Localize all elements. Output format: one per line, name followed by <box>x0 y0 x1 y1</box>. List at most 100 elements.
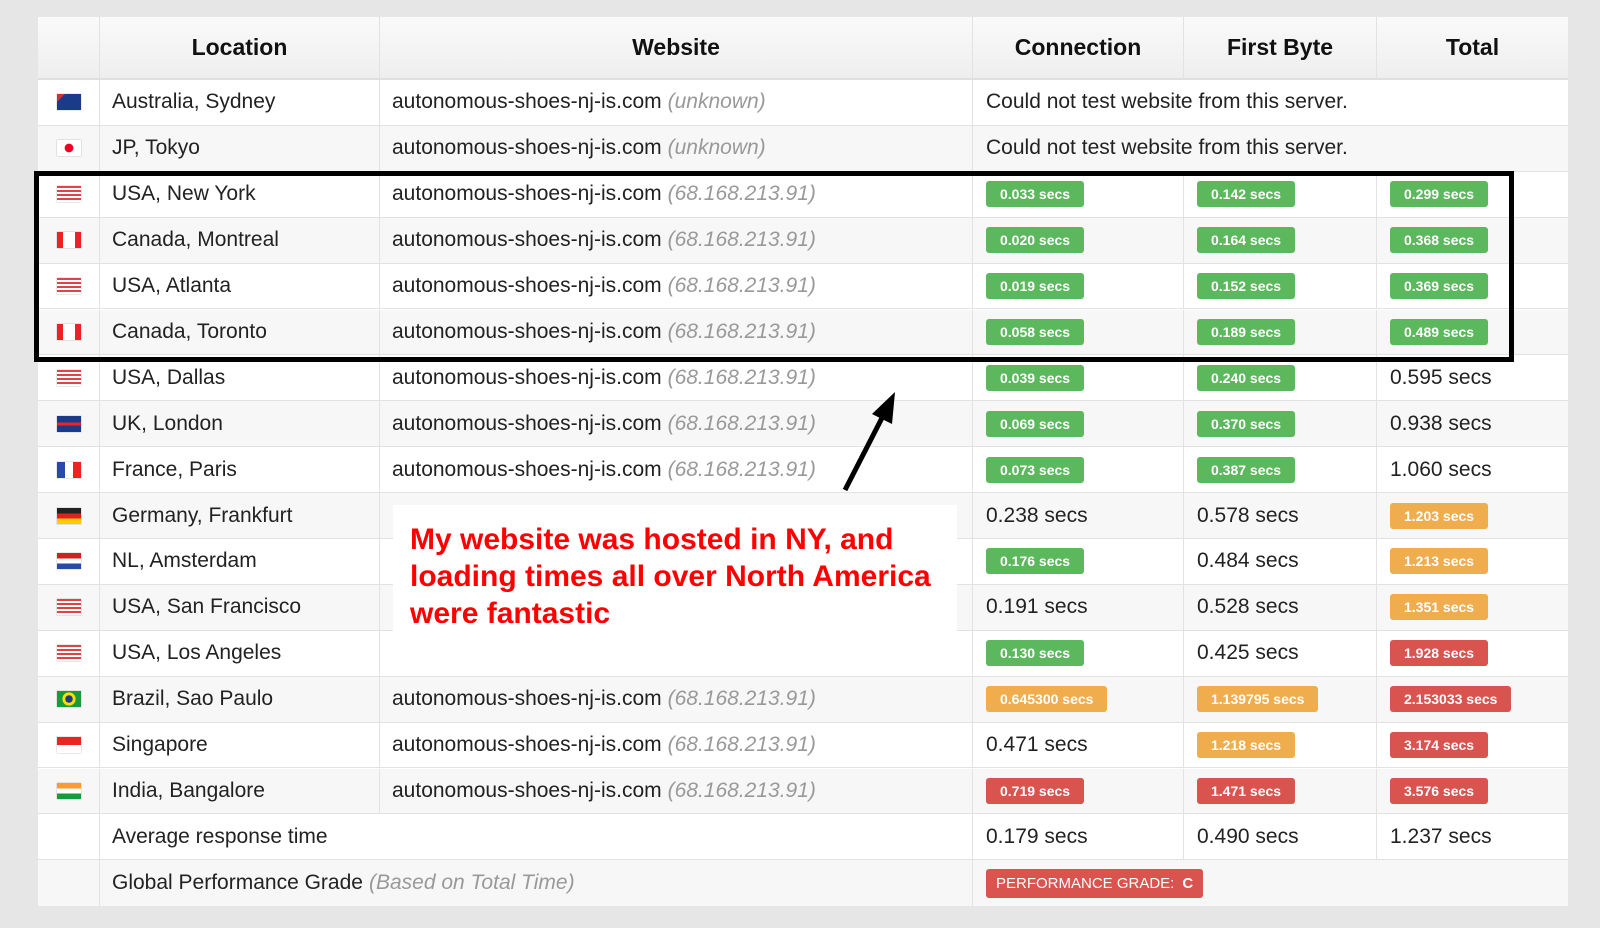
time-value: 0.238 secs <box>986 503 1088 527</box>
first-byte-cell: 0.189 secs <box>1184 309 1377 355</box>
website-link[interactable]: autonomous-shoes-nj-is.com <box>392 687 662 711</box>
total-cell: 1.060 secs <box>1377 447 1568 492</box>
grade-value: C <box>1182 874 1194 892</box>
flag-cell <box>38 676 100 722</box>
flag-header <box>38 17 100 78</box>
website-link[interactable]: autonomous-shoes-nj-is.com <box>392 320 662 344</box>
website-link[interactable]: autonomous-shoes-nj-is.com <box>392 182 662 206</box>
website-link[interactable]: autonomous-shoes-nj-is.com <box>392 733 662 757</box>
performance-grade-badge: PERFORMANCE GRADE: C <box>986 868 1204 898</box>
connection-cell: 0.069 secs <box>973 401 1184 447</box>
time-badge: 0.020 secs <box>986 227 1085 254</box>
connection-cell: 0.471 secs <box>973 722 1184 768</box>
flag-cell <box>38 80 100 125</box>
first-byte-cell: 0.240 secs <box>1184 355 1377 401</box>
table-row: Brazil, Sao Paulo autonomous-shoes-nj-is.… <box>38 676 1568 723</box>
connection-cell: 0.130 secs <box>973 630 1184 676</box>
website-cell: autonomous-shoes-nj-is.com (68.168.213.91… <box>380 263 973 309</box>
connection-cell: 0.191 secs <box>973 584 1184 630</box>
website-cell: autonomous-shoes-nj-is.com (unknown) <box>380 80 973 125</box>
ip-address: (unknown) <box>667 90 766 114</box>
first-byte-cell: 1.139795 secs <box>1184 676 1377 722</box>
website-link[interactable]: autonomous-shoes-nj-is.com <box>392 90 662 114</box>
time-badge: 0.058 secs <box>986 318 1085 345</box>
time-badge: 1.139795 secs <box>1197 686 1319 713</box>
connection-cell: 0.176 secs <box>973 539 1184 584</box>
time-value: 0.484 secs <box>1197 549 1299 573</box>
header-location: Location <box>100 17 380 78</box>
website-link[interactable]: autonomous-shoes-nj-is.com <box>392 412 662 436</box>
usa-flag-icon <box>56 645 81 662</box>
time-badge: 0.164 secs <box>1197 227 1296 254</box>
total-cell: 2.153033 secs <box>1377 677 1568 722</box>
header-first-byte: First Byte <box>1184 17 1377 78</box>
location-cell: NL, Amsterdam <box>100 539 380 584</box>
average-label: Average response time <box>100 814 973 860</box>
website-cell: autonomous-shoes-nj-is.com (68.168.213.91… <box>380 217 973 263</box>
connection-cell: 0.033 secs <box>973 171 1184 217</box>
time-value: 0.425 secs <box>1197 641 1299 665</box>
time-value: 1.060 secs <box>1390 457 1492 481</box>
ip-address: (68.168.213.91) <box>667 365 816 389</box>
total-cell: 1.203 secs <box>1377 493 1568 538</box>
error-message: Could not test website from this server. <box>986 136 1348 160</box>
first-byte-cell: 0.528 secs <box>1184 584 1377 630</box>
time-badge: 0.069 secs <box>986 410 1085 437</box>
netherlands-flag-icon <box>56 553 81 570</box>
time-badge: 0.130 secs <box>986 640 1085 667</box>
time-badge: 0.369 secs <box>1390 273 1489 300</box>
flag-cell <box>38 630 100 676</box>
website-link[interactable]: autonomous-shoes-nj-is.com <box>392 136 662 160</box>
table-row: UK, London autonomous-shoes-nj-is.com (68.… <box>38 401 1568 448</box>
usa-flag-icon <box>56 369 81 386</box>
connection-cell: 0.058 secs <box>973 309 1184 355</box>
website-link[interactable]: autonomous-shoes-nj-is.com <box>392 228 662 252</box>
website-link[interactable]: autonomous-shoes-nj-is.com <box>392 366 662 390</box>
website-cell: autonomous-shoes-nj-is.com (68.168.213.91… <box>380 401 973 447</box>
time-badge: 0.189 secs <box>1197 318 1296 345</box>
location-cell: Canada, Toronto <box>100 309 380 355</box>
flag-cell <box>38 355 100 401</box>
time-badge: 0.299 secs <box>1390 181 1489 208</box>
time-badge: 1.213 secs <box>1390 548 1489 575</box>
flag-cell <box>38 263 100 309</box>
time-value: 0.471 secs <box>986 733 1088 757</box>
table-row: JP, Tokyo autonomous-shoes-nj-is.com (unkn… <box>38 125 1568 172</box>
singapore-flag-icon <box>56 737 81 754</box>
header-connection: Connection <box>973 17 1184 78</box>
location-cell: USA, Atlanta <box>100 263 380 309</box>
time-badge: 1.218 secs <box>1197 732 1296 759</box>
time-value: 0.191 secs <box>986 595 1088 619</box>
flag-cell <box>38 401 100 447</box>
flag-cell <box>38 171 100 217</box>
website-link[interactable]: autonomous-shoes-nj-is.com <box>392 274 662 298</box>
total-cell: 3.174 secs <box>1377 723 1568 768</box>
flag-cell <box>38 309 100 355</box>
blank-cell <box>38 814 100 860</box>
ip-address: (68.168.213.91) <box>667 733 816 757</box>
flag-cell <box>38 447 100 493</box>
total-cell: 3.576 secs <box>1377 769 1568 814</box>
grade-badge-label: PERFORMANCE GRADE: <box>996 874 1175 892</box>
location-cell: USA, New York <box>100 171 380 217</box>
canada-flag-icon <box>56 232 81 249</box>
time-badge: 1.471 secs <box>1197 777 1296 804</box>
location-cell: Canada, Montreal <box>100 217 380 263</box>
website-link[interactable]: autonomous-shoes-nj-is.com <box>392 458 662 482</box>
ip-address: (68.168.213.91) <box>667 457 816 481</box>
website-link[interactable]: autonomous-shoes-nj-is.com <box>392 779 662 803</box>
usa-flag-icon <box>56 186 81 203</box>
time-badge: 2.153033 secs <box>1390 686 1512 713</box>
ip-address: (68.168.213.91) <box>667 182 816 206</box>
website-cell: autonomous-shoes-nj-is.com (68.168.213.91… <box>380 355 973 401</box>
flag-cell <box>38 493 100 538</box>
first-byte-cell: 0.142 secs <box>1184 171 1377 217</box>
total-cell: 1.928 secs <box>1377 631 1568 676</box>
time-badge: 0.368 secs <box>1390 227 1489 254</box>
location-cell: USA, Los Angeles <box>100 630 380 676</box>
flag-cell <box>38 217 100 263</box>
grade-note: (Based on Total Time) <box>368 871 575 895</box>
location-cell: Germany, Frankfurt <box>100 493 380 538</box>
first-byte-cell: 0.425 secs <box>1184 630 1377 676</box>
total-cell: 0.369 secs <box>1377 264 1568 309</box>
